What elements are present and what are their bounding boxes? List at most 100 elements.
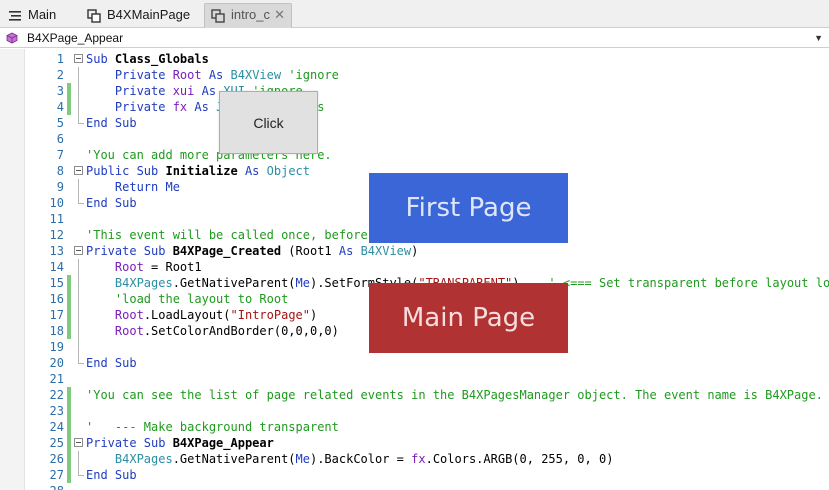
line-number: 27 xyxy=(49,468,64,482)
line-number: 9 xyxy=(56,180,64,194)
fold-guide xyxy=(78,323,79,339)
line-number: 23 xyxy=(49,404,64,418)
code-text: Public Sub Initialize As Object xyxy=(86,164,310,178)
code-text: Root.LoadLayout("IntroPage") xyxy=(114,308,318,322)
code-line[interactable]: 24 ' --- Make background transparent xyxy=(0,419,829,435)
tab-intro-c-label: intro_c xyxy=(231,7,271,22)
code-text: Private Sub B4XPage_Appear xyxy=(86,436,274,450)
code-text: 'You can see the list of page related ev… xyxy=(86,388,823,402)
fold-end-guide xyxy=(78,467,84,476)
code-line[interactable]: 6 xyxy=(0,131,829,147)
module-icon xyxy=(87,9,101,23)
code-line[interactable]: 3 Private xui As XUI 'ignore xyxy=(0,83,829,99)
tab-b4xmainpage[interactable]: B4XMainPage xyxy=(87,4,197,28)
line-number: 21 xyxy=(49,372,64,386)
line-number: 25 xyxy=(49,436,64,450)
code-line[interactable]: 4 Private fx As JFX 'added this xyxy=(0,99,829,115)
code-text: Sub Class_Globals xyxy=(86,52,209,66)
line-number: 3 xyxy=(56,84,64,98)
code-text: End Sub xyxy=(86,468,137,482)
dropdown-selected-value: B4XPage_Appear xyxy=(27,31,124,45)
code-text: End Sub xyxy=(86,116,137,130)
line-number: 18 xyxy=(49,324,64,338)
code-line[interactable]: 27 End Sub xyxy=(0,467,829,483)
cube-icon xyxy=(6,32,18,44)
change-marker xyxy=(67,291,71,307)
line-number: 6 xyxy=(56,132,64,146)
code-text: 'load the layout to Root xyxy=(114,292,289,306)
code-editor[interactable]: 1 Sub Class_Globals 2 Private Root As B4XV… xyxy=(0,49,829,490)
change-marker xyxy=(67,99,71,115)
code-text: Return Me xyxy=(114,180,180,194)
code-line[interactable]: 25 Private Sub B4XPage_Appear xyxy=(0,435,829,451)
fold-toggle-icon[interactable] xyxy=(74,54,83,63)
line-number: 7 xyxy=(56,148,64,162)
tab-b4xmainpage-label: B4XMainPage xyxy=(107,7,191,22)
tab-main[interactable]: Main xyxy=(8,4,74,28)
code-line[interactable]: 2 Private Root As B4XView 'ignore xyxy=(0,67,829,83)
fold-guide xyxy=(78,339,79,355)
module-icon xyxy=(211,9,225,23)
line-number: 11 xyxy=(49,212,64,226)
first-page-panel: First Page xyxy=(369,173,568,243)
fold-guide xyxy=(78,307,79,323)
fold-guide xyxy=(78,275,79,291)
fold-guide xyxy=(78,451,79,467)
fold-end-guide xyxy=(78,355,84,364)
fold-guide xyxy=(78,83,79,99)
change-marker xyxy=(67,419,71,435)
code-line[interactable]: 28 xyxy=(0,483,829,490)
line-number: 5 xyxy=(56,116,64,130)
code-line[interactable]: 22 'You can see the list of page related … xyxy=(0,387,829,403)
fold-end-guide xyxy=(78,115,84,124)
list-icon xyxy=(9,11,21,21)
code-line[interactable]: 23 xyxy=(0,403,829,419)
line-number: 24 xyxy=(49,420,64,434)
fold-toggle-icon[interactable] xyxy=(74,246,83,255)
code-line[interactable]: 21 xyxy=(0,371,829,387)
code-line[interactable]: 20 End Sub xyxy=(0,355,829,371)
change-marker xyxy=(67,83,71,99)
line-number: 14 xyxy=(49,260,64,274)
code-text: ' --- Make background transparent xyxy=(86,420,339,434)
line-number: 4 xyxy=(56,100,64,114)
code-line[interactable]: 26 B4XPages.GetNativeParent(Me).BackColo… xyxy=(0,451,829,467)
code-line[interactable]: 1 Sub Class_Globals xyxy=(0,51,829,67)
change-marker xyxy=(67,275,71,291)
code-text: Private Root As B4XView 'ignore xyxy=(114,68,339,82)
line-number: 28 xyxy=(34,483,64,490)
code-text: Private Sub B4XPage_Created (Root1 As B4… xyxy=(86,244,419,258)
line-number: 8 xyxy=(56,164,64,178)
line-number: 10 xyxy=(49,196,64,210)
fold-guide xyxy=(78,67,79,83)
chevron-down-icon: ▼ xyxy=(814,33,823,43)
code-line[interactable]: 13 Private Sub B4XPage_Created (Root1 As … xyxy=(0,243,829,259)
main-page-panel: Main Page xyxy=(369,283,568,353)
fold-guide xyxy=(78,291,79,307)
line-number: 20 xyxy=(49,356,64,370)
change-marker xyxy=(67,451,71,467)
code-line[interactable]: 5 End Sub xyxy=(0,115,829,131)
fold-toggle-icon[interactable] xyxy=(74,166,83,175)
line-number: 17 xyxy=(49,308,64,322)
code-line[interactable]: 14 Root = Root1 xyxy=(0,259,829,275)
line-number: 26 xyxy=(49,452,64,466)
change-marker xyxy=(67,387,71,403)
tab-intro-c[interactable]: intro_c ✕ xyxy=(204,3,292,28)
code-line[interactable]: 7 'You can add more parameters here. xyxy=(0,147,829,163)
close-icon[interactable]: ✕ xyxy=(274,4,285,26)
click-button[interactable]: Click xyxy=(219,91,318,154)
line-number: 12 xyxy=(49,228,64,242)
fold-guide xyxy=(78,259,79,275)
code-text: End Sub xyxy=(86,356,137,370)
fold-end-guide xyxy=(78,195,84,204)
code-text: End Sub xyxy=(86,196,137,210)
change-marker xyxy=(67,403,71,419)
code-text: B4XPages.GetNativeParent(Me).BackColor =… xyxy=(114,452,614,466)
line-number: 15 xyxy=(49,276,64,290)
sub-selector-dropdown[interactable]: B4XPage_Appear ▼ xyxy=(0,29,829,48)
change-marker xyxy=(67,435,71,451)
line-number: 13 xyxy=(49,244,64,258)
fold-toggle-icon[interactable] xyxy=(74,438,83,447)
fold-guide xyxy=(78,99,79,115)
